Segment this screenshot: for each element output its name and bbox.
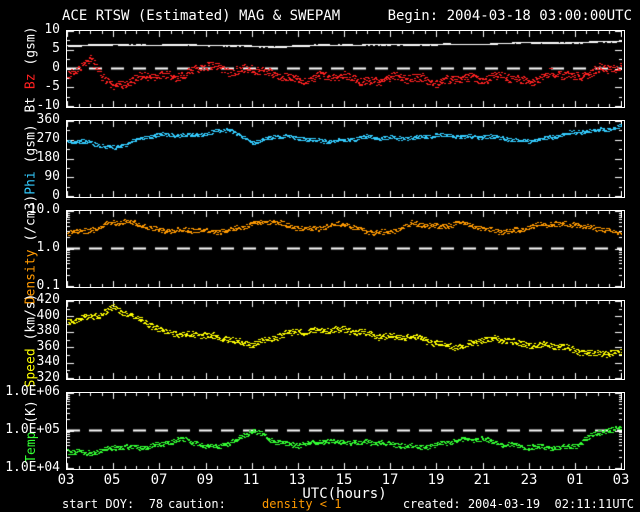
panel-canvas-phi (67, 121, 622, 197)
y-tick-label: 320 (36, 370, 60, 385)
start-doy-label: start DOY: 78 (62, 497, 164, 511)
y-tick-label: -10 (36, 98, 60, 113)
panel-canvas-bt-bz (67, 31, 622, 107)
y-tick-label: -5 (44, 79, 60, 94)
y-tick-label: 420 (36, 292, 60, 307)
y-tick-label: 360 (36, 339, 60, 354)
panel-canvas-speed (67, 301, 622, 379)
panel-bt-bz (66, 30, 625, 108)
y-tick-label: 380 (36, 323, 60, 338)
y-tick-label: 340 (36, 354, 60, 369)
y-tick-label: 10 (44, 22, 60, 37)
page-title: ACE RTSW (Estimated) MAG & SWEPAM (62, 8, 341, 24)
y-tick-label: 360 (36, 112, 60, 127)
panel-speed (66, 300, 625, 380)
panel-canvas-temp (67, 393, 622, 469)
created-timestamp: created: 2004-03-19 02:11:11UTC (402, 497, 634, 511)
caution-value: density < 1 (262, 497, 342, 511)
y-tick-label: 90 (44, 169, 60, 184)
y-tick-label: 1.0E+05 (5, 422, 60, 437)
y-tick-label: 5 (52, 41, 60, 56)
y-tick-label: 0.1 (36, 278, 60, 293)
y-tick-label: 270 (36, 131, 60, 146)
caution-label: caution: (168, 497, 226, 511)
begin-timestamp: Begin: 2004-03-18 03:00:00UTC (387, 8, 632, 24)
panel-density (66, 210, 625, 288)
y-tick-label: 1.0E+06 (5, 384, 60, 399)
y-tick-label: 400 (36, 308, 60, 323)
panel-phi (66, 120, 625, 198)
y-tick-label: 1.0 (36, 240, 60, 255)
y-tick-label: 10.0 (28, 202, 60, 217)
y-tick-label: 0 (52, 60, 60, 75)
y-tick-label: 180 (36, 150, 60, 165)
panel-canvas-density (67, 211, 622, 287)
ace-rtsw-plot: ACE RTSW (Estimated) MAG & SWEPAM Begin:… (0, 0, 640, 512)
panel-temp (66, 392, 625, 470)
